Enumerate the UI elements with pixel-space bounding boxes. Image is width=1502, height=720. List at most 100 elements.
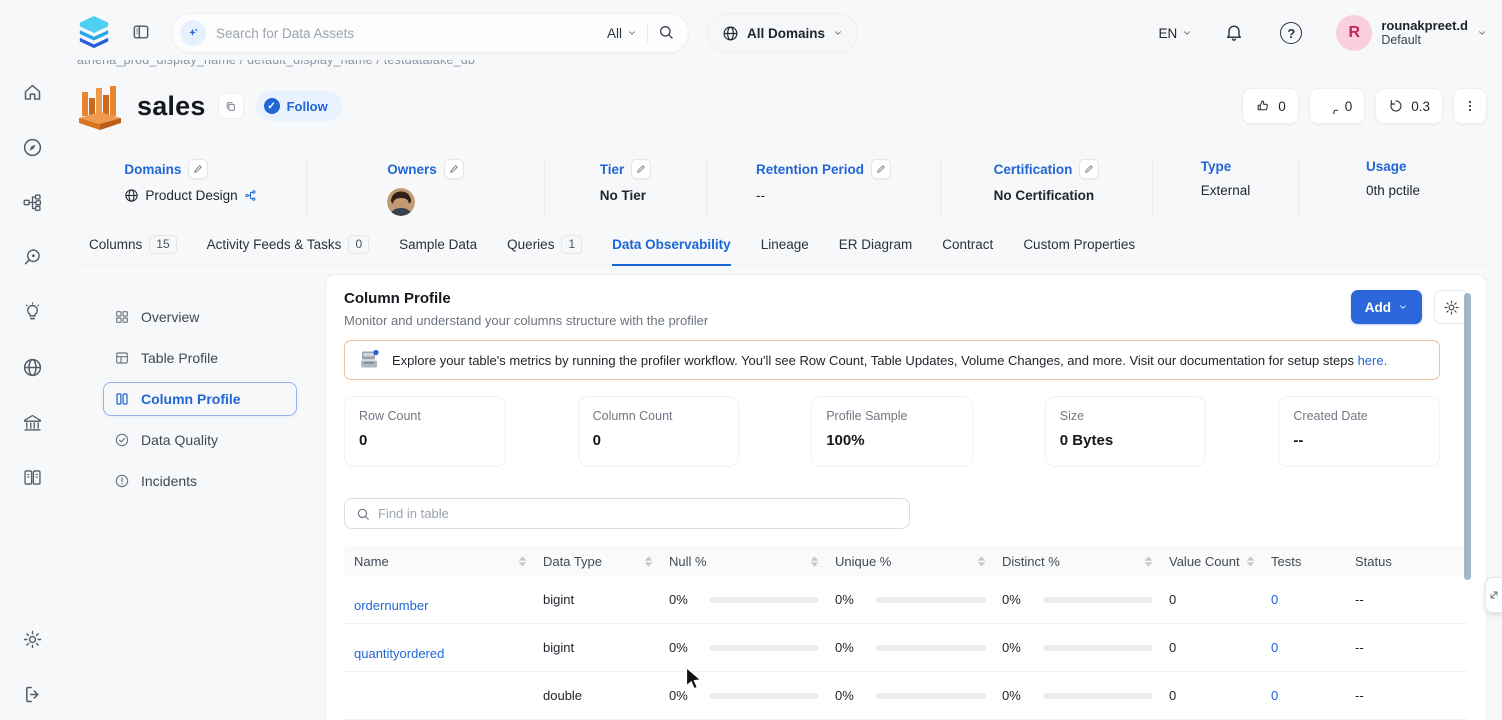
tests-link[interactable]: 0 xyxy=(1271,640,1355,655)
language-label: EN xyxy=(1159,26,1178,41)
nav-domains[interactable] xyxy=(20,355,44,379)
retention-value: -- xyxy=(756,188,765,203)
language-dropdown[interactable]: EN xyxy=(1159,26,1193,41)
add-button[interactable]: Add xyxy=(1351,290,1422,324)
nav-observability[interactable] xyxy=(20,245,44,269)
owner-avatar[interactable] xyxy=(387,188,415,216)
entity-header: sales ✓ Follow 0 0 0.3 xyxy=(75,77,1487,135)
column-name-link[interactable]: quantityordered xyxy=(344,646,543,671)
sidebar-toggle-button[interactable] xyxy=(131,22,153,44)
sort-icon[interactable] xyxy=(518,556,527,567)
columns-icon xyxy=(114,391,130,407)
tests-link[interactable]: 0 xyxy=(1271,592,1355,607)
global-search[interactable]: All xyxy=(171,13,689,53)
side-panel-handle[interactable] xyxy=(1485,577,1502,613)
tab-custom-properties[interactable]: Custom Properties xyxy=(1023,234,1135,265)
tests-link[interactable]: 0 xyxy=(1271,688,1355,703)
edit-certification-button[interactable] xyxy=(1079,159,1099,179)
subnav-table-profile[interactable]: Table Profile xyxy=(103,341,297,375)
column-name-link[interactable]: ordernumber xyxy=(344,598,543,623)
certification-value: No Certification xyxy=(994,188,1095,203)
downvote-count: 0 xyxy=(1345,99,1353,114)
bank-icon xyxy=(22,412,43,433)
column-name-link[interactable] xyxy=(344,709,543,719)
nav-home[interactable] xyxy=(20,80,44,104)
tab-contract[interactable]: Contract xyxy=(942,234,993,265)
value-count-cell: 0 xyxy=(1169,640,1271,655)
search-scope-dropdown[interactable]: All xyxy=(607,26,637,41)
sort-icon[interactable] xyxy=(1246,556,1255,567)
find-in-table[interactable] xyxy=(344,498,910,529)
edit-owners-button[interactable] xyxy=(444,159,464,179)
gear-icon xyxy=(1443,299,1460,316)
table-row: ordernumber bigint 0% 0% 0% 0 0 -- xyxy=(344,576,1468,624)
stat-column-count: Column Count0 xyxy=(578,396,740,467)
home-icon xyxy=(22,82,43,103)
subnav-incidents[interactable]: Incidents xyxy=(103,464,297,498)
subnav-column-profile[interactable]: Column Profile xyxy=(103,382,297,416)
progress-bar xyxy=(709,597,819,603)
edit-tier-button[interactable] xyxy=(631,159,651,179)
search-icon[interactable] xyxy=(658,24,674,43)
sort-icon[interactable] xyxy=(977,556,986,567)
distinct-pct-cell: 0% xyxy=(1002,592,1169,607)
upvote-button[interactable]: 0 xyxy=(1242,88,1299,124)
panel-scrollbar[interactable] xyxy=(1464,293,1471,580)
nav-explore[interactable] xyxy=(20,135,44,159)
nav-insights[interactable] xyxy=(20,300,44,324)
edit-domains-button[interactable] xyxy=(188,159,208,179)
alert-circle-icon xyxy=(114,473,130,489)
header-distinct-pct[interactable]: Distinct % xyxy=(1002,554,1169,569)
nav-glossary[interactable] xyxy=(20,465,44,489)
version-button[interactable]: 0.3 xyxy=(1375,88,1443,124)
downvote-button[interactable]: 0 xyxy=(1309,88,1366,124)
sort-icon[interactable] xyxy=(810,556,819,567)
sort-icon[interactable] xyxy=(644,556,653,567)
tier-label: Tier xyxy=(600,162,625,177)
follow-label: Follow xyxy=(287,99,328,114)
sort-icon[interactable] xyxy=(1144,556,1153,567)
user-info: rounakpreet.d Default xyxy=(1381,18,1468,48)
find-in-table-input[interactable] xyxy=(378,506,898,521)
follow-button[interactable]: ✓ Follow xyxy=(256,91,342,121)
logout-button[interactable] xyxy=(20,682,44,706)
owners-label: Owners xyxy=(387,162,437,177)
nav-settings[interactable] xyxy=(20,627,44,651)
profiler-settings-button[interactable] xyxy=(1434,290,1468,324)
distinct-pct-cell: 0% xyxy=(1002,688,1169,703)
subnav-overview[interactable]: Overview xyxy=(103,300,297,334)
more-actions-button[interactable] xyxy=(1453,88,1487,124)
header-null-pct[interactable]: Null % xyxy=(669,554,835,569)
hierarchy-icon xyxy=(22,192,43,213)
app-logo[interactable] xyxy=(75,16,113,50)
expand-icon xyxy=(1488,589,1500,601)
topbar: All All Domains EN ? R rounakp xyxy=(75,0,1487,58)
header-value-count[interactable]: Value Count xyxy=(1169,554,1271,569)
banner-link[interactable]: here. xyxy=(1358,353,1388,368)
profiler-subnav: Overview Table Profile Column Profile Da… xyxy=(75,274,325,720)
tab-er-diagram[interactable]: ER Diagram xyxy=(839,234,913,265)
header-unique-pct[interactable]: Unique % xyxy=(835,554,1002,569)
search-scope-label: All xyxy=(607,26,622,41)
globe-icon xyxy=(124,188,139,203)
domains-value[interactable]: Product Design xyxy=(145,188,237,203)
tab-data-observability[interactable]: Data Observability xyxy=(612,234,731,265)
nav-govern[interactable] xyxy=(20,410,44,434)
status-cell: -- xyxy=(1355,688,1468,703)
user-menu[interactable]: R rounakpreet.d Default xyxy=(1336,15,1487,51)
tab-columns[interactable]: Columns15 xyxy=(89,234,177,265)
all-domains-dropdown[interactable]: All Domains xyxy=(707,13,858,53)
tab-queries[interactable]: Queries1 xyxy=(507,234,582,265)
nav-services[interactable] xyxy=(20,190,44,214)
help-button[interactable]: ? xyxy=(1280,22,1302,44)
tab-sample-data[interactable]: Sample Data xyxy=(399,234,477,265)
header-data-type[interactable]: Data Type xyxy=(543,554,669,569)
tab-lineage[interactable]: Lineage xyxy=(761,234,809,265)
global-search-input[interactable] xyxy=(216,26,597,41)
notifications-button[interactable] xyxy=(1224,22,1246,44)
copy-name-button[interactable] xyxy=(218,93,244,119)
subnav-data-quality[interactable]: Data Quality xyxy=(103,423,297,457)
tab-activity-feeds[interactable]: Activity Feeds & Tasks0 xyxy=(207,234,369,265)
edit-retention-button[interactable] xyxy=(871,159,891,179)
header-name[interactable]: Name xyxy=(344,554,543,569)
